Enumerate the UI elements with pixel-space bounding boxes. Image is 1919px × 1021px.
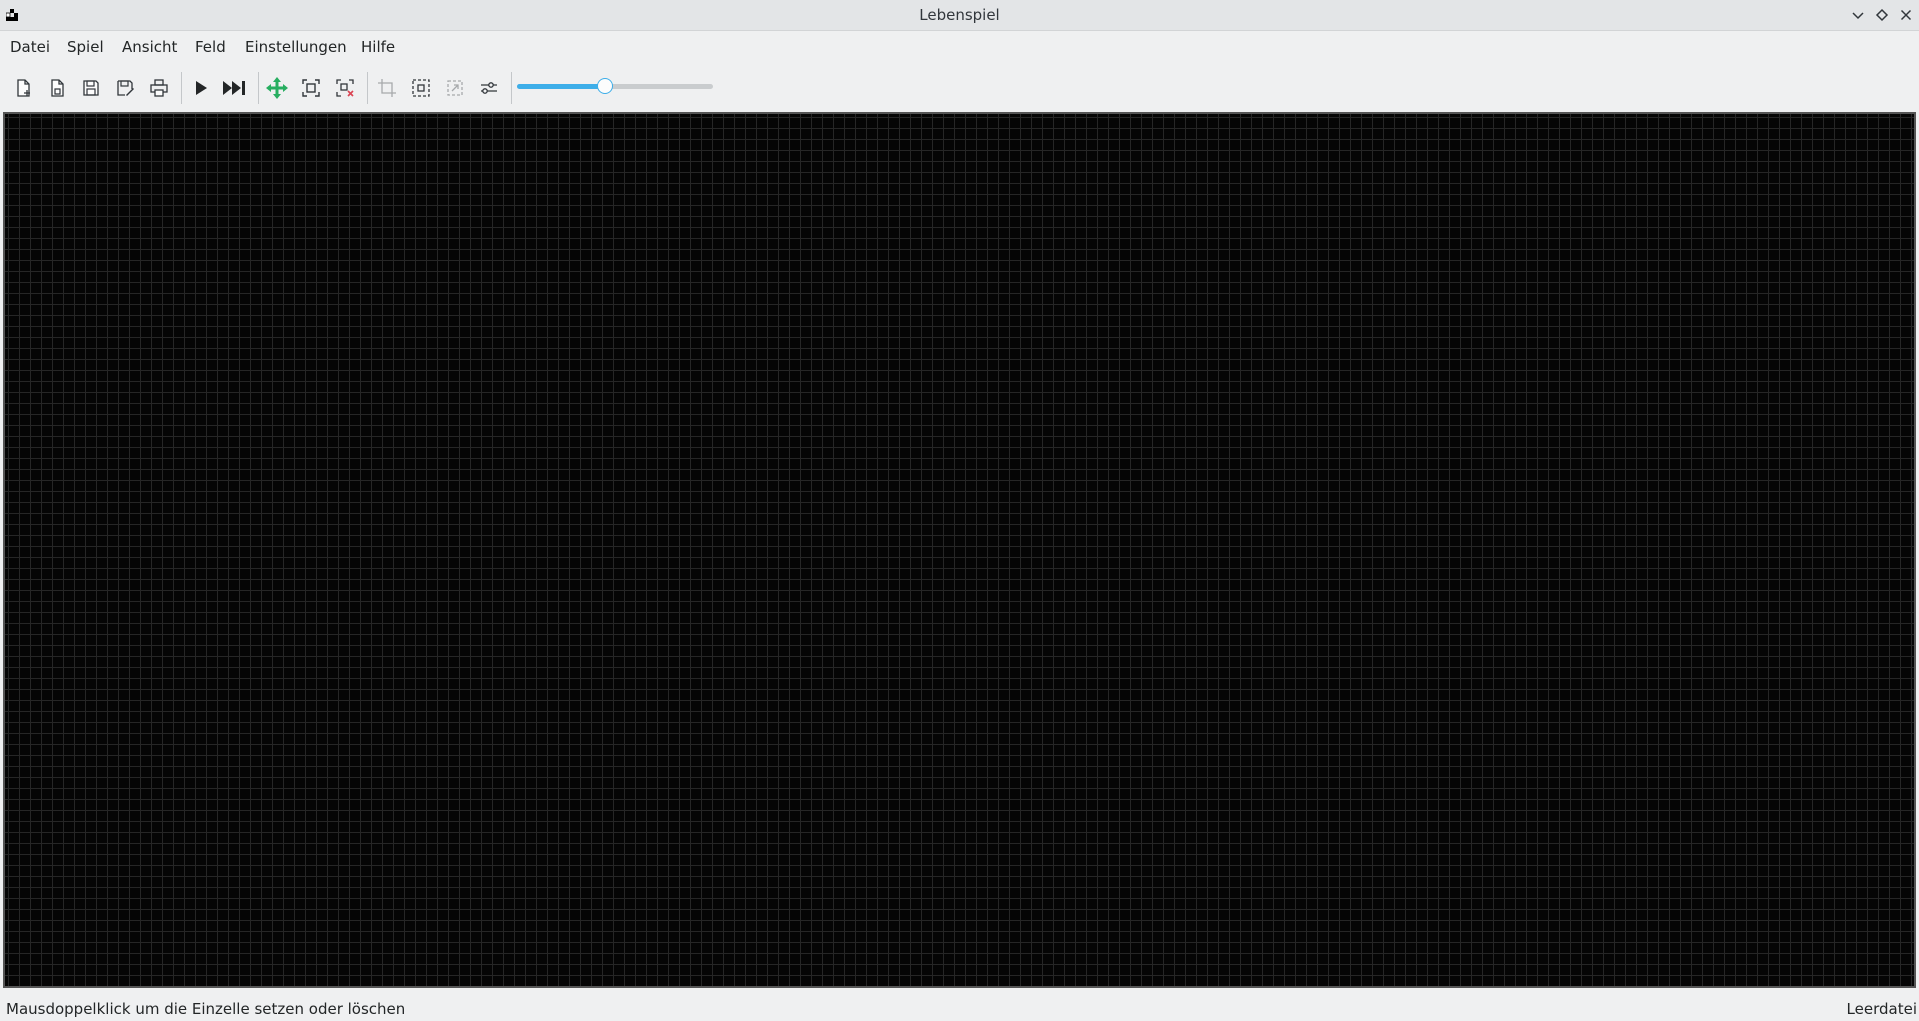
menu-feld[interactable]: Feld	[195, 38, 226, 56]
game-field-grid[interactable]	[3, 112, 1916, 988]
menu-spiel[interactable]: Spiel	[67, 38, 104, 56]
title-bar: Lebenspiel	[0, 0, 1919, 31]
select-region-icon[interactable]	[407, 74, 435, 102]
clear-selection-icon[interactable]	[331, 74, 359, 102]
menu-einstellungen[interactable]: Einstellungen	[245, 38, 347, 56]
print-icon[interactable]	[145, 74, 173, 102]
save-icon[interactable]	[77, 74, 105, 102]
status-bar: Mausdoppelklick um die Einzelle setzen o…	[0, 997, 1919, 1021]
status-file-state: Leerdatei	[1846, 1000, 1917, 1018]
settings-sliders-icon[interactable]	[475, 74, 503, 102]
crop-icon[interactable]	[373, 74, 401, 102]
window-title: Lebenspiel	[919, 6, 1000, 24]
slider-fill	[517, 84, 605, 89]
toolbar-separator	[258, 72, 259, 104]
toolbar-separator	[181, 72, 182, 104]
maximize-icon[interactable]	[1873, 6, 1891, 24]
speed-slider[interactable]	[515, 74, 713, 98]
play-icon[interactable]	[187, 74, 215, 102]
minimize-icon[interactable]	[1849, 6, 1867, 24]
close-icon[interactable]	[1897, 6, 1915, 24]
toolbar	[0, 64, 1919, 110]
menu-hilfe[interactable]: Hilfe	[361, 38, 395, 56]
status-hint: Mausdoppelklick um die Einzelle setzen o…	[6, 1000, 406, 1018]
slider-handle[interactable]	[597, 78, 613, 94]
menu-ansicht[interactable]: Ansicht	[122, 38, 177, 56]
zoom-fit-icon[interactable]	[297, 74, 325, 102]
menu-bar: Datei Spiel Ansicht Feld Einstellungen H…	[0, 31, 1919, 63]
move-icon[interactable]	[263, 74, 291, 102]
menu-datei[interactable]: Datei	[10, 38, 50, 56]
toolbar-separator	[511, 72, 512, 104]
paste-icon[interactable]	[441, 74, 469, 102]
toolbar-separator	[367, 72, 368, 104]
new-document-icon[interactable]	[9, 74, 37, 102]
step-forward-icon[interactable]	[221, 74, 249, 102]
save-as-icon[interactable]	[111, 74, 139, 102]
open-document-icon[interactable]	[43, 74, 71, 102]
